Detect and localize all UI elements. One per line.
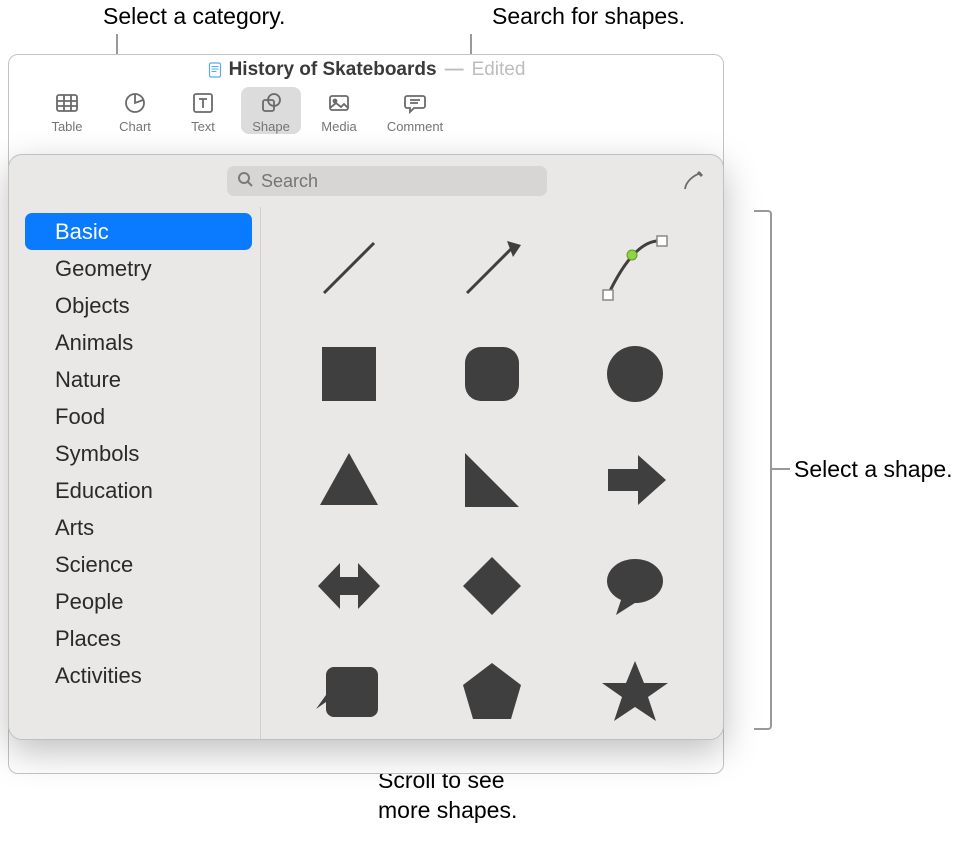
toolbar-text-button[interactable]: Text [173,87,233,134]
shape-arrow-both[interactable] [304,541,394,631]
toolbar-label: Table [51,119,82,134]
popover-header [9,155,723,207]
draw-shape-button[interactable] [681,169,705,193]
callout-search: Search for shapes. [492,2,685,32]
category-arts[interactable]: Arts [25,509,252,546]
media-icon [324,89,354,117]
category-objects[interactable]: Objects [25,287,252,324]
callout-scroll: Scroll to see more shapes. [378,766,517,826]
category-symbols[interactable]: Symbols [25,435,252,472]
shape-arrow-line[interactable] [447,223,537,313]
category-science[interactable]: Science [25,546,252,583]
edited-indicator: Edited [472,59,526,81]
titlebar: History of Skateboards — Edited [9,55,723,85]
category-people[interactable]: People [25,583,252,620]
toolbar-shape-button[interactable]: Shape [241,87,301,134]
shape-line[interactable] [304,223,394,313]
shape-star[interactable] [590,647,680,737]
callout-category: Select a category. [103,2,285,32]
shape-pentagon[interactable] [447,647,537,737]
shape-rounded-square[interactable] [447,329,537,419]
shape-circle[interactable] [590,329,680,419]
toolbar-media-button[interactable]: Media [309,87,369,134]
category-basic[interactable]: Basic [25,213,252,250]
shape-square[interactable] [304,329,394,419]
toolbar-label: Comment [387,119,443,134]
leader-line [772,468,790,470]
title-separator: — [445,59,464,81]
toolbar-label: Shape [252,119,290,134]
shape-label-tag[interactable] [304,647,394,737]
shape-curve[interactable] [590,223,680,313]
callout-select-shape: Select a shape. [794,455,953,485]
bracket-right [754,210,772,730]
shape-right-triangle[interactable] [447,435,537,525]
shape-diamond[interactable] [447,541,537,631]
shape-triangle[interactable] [304,435,394,525]
toolbar: Table Chart Text Shape Media [9,85,723,143]
toolbar-label: Chart [119,119,151,134]
category-geometry[interactable]: Geometry [25,250,252,287]
category-food[interactable]: Food [25,398,252,435]
text-icon [188,89,218,117]
shapes-grid [261,207,723,739]
toolbar-table-button[interactable]: Table [37,87,97,134]
chart-icon [120,89,150,117]
search-input[interactable] [261,171,537,192]
category-animals[interactable]: Animals [25,324,252,361]
category-activities[interactable]: Activities [25,657,252,694]
category-nature[interactable]: Nature [25,361,252,398]
document-icon [207,62,223,78]
category-education[interactable]: Education [25,472,252,509]
document-title: History of Skateboards [229,59,437,81]
category-places[interactable]: Places [25,620,252,657]
shape-icon [256,89,286,117]
table-icon [52,89,82,117]
shape-arrow-right[interactable] [590,435,680,525]
toolbar-comment-button[interactable]: Comment [377,87,453,134]
toolbar-label: Text [191,119,215,134]
shapes-popover: Basic Geometry Objects Animals Nature Fo… [8,154,724,740]
comment-icon [400,89,430,117]
shape-speech-bubble[interactable] [590,541,680,631]
toolbar-chart-button[interactable]: Chart [105,87,165,134]
search-icon [237,171,253,192]
category-sidebar: Basic Geometry Objects Animals Nature Fo… [9,207,261,739]
search-field[interactable] [227,166,547,196]
toolbar-label: Media [321,119,356,134]
